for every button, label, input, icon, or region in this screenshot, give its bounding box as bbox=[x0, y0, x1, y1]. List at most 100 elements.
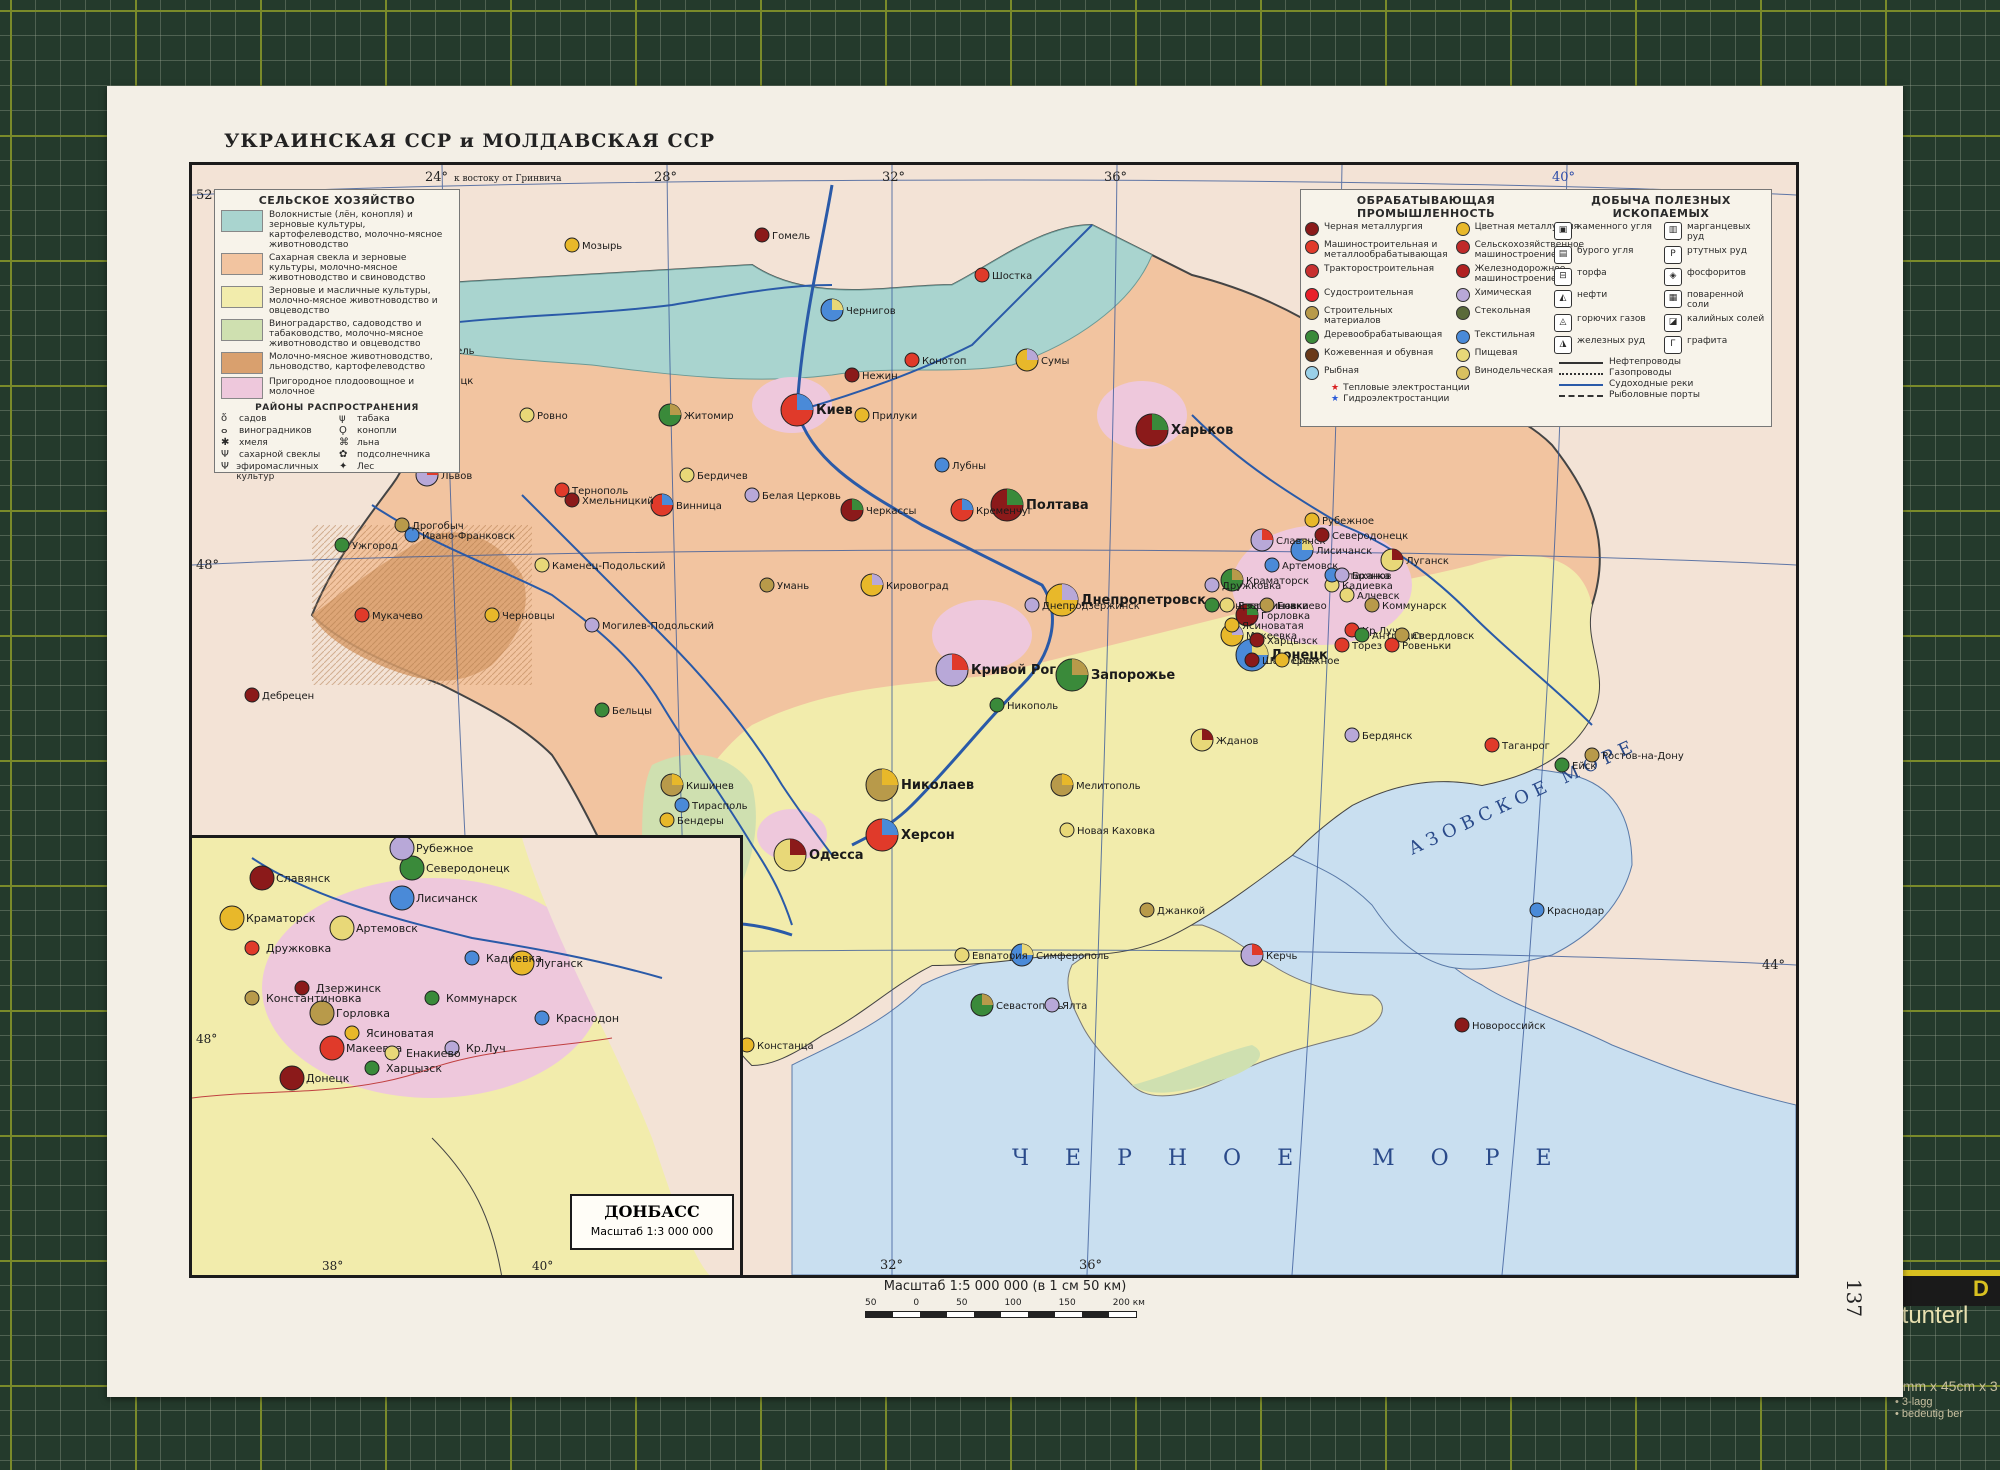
inset-city-label: Кадиевка bbox=[486, 952, 542, 965]
legend-industry-text: Судостроительная bbox=[1324, 288, 1414, 298]
legend-mining-row: ◭ нефти bbox=[1554, 290, 1658, 310]
industry-center-circle bbox=[1249, 632, 1265, 648]
industry-center-circle bbox=[1354, 627, 1370, 643]
mining-symbol-icon: ▦ bbox=[1664, 290, 1682, 308]
city-label: Дрогобыч bbox=[412, 521, 464, 532]
city-label: Бельцы bbox=[612, 706, 652, 717]
city-label: Сумы bbox=[1041, 356, 1069, 367]
inset-city-label: Горловка bbox=[336, 1007, 390, 1020]
city-label: Никополь bbox=[1007, 701, 1058, 712]
power-star-icon: ★ bbox=[1331, 394, 1340, 404]
lon-label-40: 40° bbox=[1552, 170, 1575, 185]
page-title: УКРАИНСКАЯ ССР и МОЛДАВСКАЯ ССР bbox=[224, 130, 716, 152]
city-label: Нежин bbox=[862, 371, 898, 382]
inset-industry-circle bbox=[344, 1025, 360, 1041]
legend-agri-row: Сахарная свекла и зерновые культуры, мол… bbox=[221, 253, 453, 283]
legend-power-text: Тепловые электростанции bbox=[1343, 383, 1470, 393]
industry-center-circle bbox=[989, 697, 1005, 713]
city-marker: Ровеньки bbox=[1384, 637, 1451, 653]
city-label: Мелитополь bbox=[1076, 781, 1141, 792]
sticker: D ttunterl 3mm x 45cm x 3 • 3-lagg • bed… bbox=[1895, 1270, 2000, 1440]
industry-circle-icon bbox=[1455, 306, 1470, 320]
legend-industry-items: Черная металлургия Цветная металлургия Маш… bbox=[1301, 220, 1584, 382]
industry-center-circle bbox=[1454, 1017, 1470, 1033]
city-label: Ровеньки bbox=[1402, 641, 1451, 652]
crop-symbol-icon: ψ bbox=[339, 413, 346, 424]
city-label: Евпатория bbox=[972, 951, 1028, 962]
inset-industry-circle bbox=[534, 1010, 550, 1026]
industry-center-circle bbox=[674, 797, 690, 813]
legend-industry-row: Судостроительная bbox=[1305, 288, 1448, 302]
legend-line-items: Нефтепроводы Газопроводы Судоходные реки Ры… bbox=[1551, 357, 1771, 400]
inset-industry-circle bbox=[464, 950, 480, 966]
legend-mining-row: ◬ горючих газов bbox=[1554, 314, 1658, 332]
city-label: Новая Каховка bbox=[1077, 826, 1155, 837]
mining-symbol-icon: ◭ bbox=[1554, 290, 1572, 308]
city-label: Прилуки bbox=[872, 411, 917, 422]
inset-scale: Масштаб 1:3 000 000 bbox=[590, 1225, 714, 1238]
industry-center-circle bbox=[1484, 737, 1500, 753]
sticker-line5: • bedeutig ber bbox=[1895, 1408, 1964, 1420]
industry-circle-icon bbox=[1305, 240, 1319, 254]
mining-symbol-icon: ▤ bbox=[1554, 246, 1572, 264]
donbass-inset: Славянск Краматорск Лисичанск Северодонецк Р… bbox=[192, 835, 743, 1275]
legend-crop-row: Ψэфиромасличных культур bbox=[221, 462, 335, 483]
city-label: Таганрог bbox=[1501, 741, 1550, 752]
city-label: Симферополь bbox=[1036, 951, 1109, 962]
city-label: Могилев-Подольский bbox=[602, 621, 714, 632]
lon-bottom-36: 36° bbox=[1079, 1258, 1102, 1273]
city-label: Винница bbox=[676, 501, 722, 512]
legend-mining-text: поваренной соли bbox=[1687, 290, 1744, 310]
industry-center-circle bbox=[1334, 567, 1350, 583]
legend-crop-items: ὄ садов ψ табака ⴰ виноградников Ϙконопли ✱ хмел… bbox=[219, 413, 455, 483]
city-marker: Алчевск bbox=[1339, 587, 1400, 603]
legend-mining-items: ▣ каменного угля ▥ марганцевых руд ▤ бурого у… bbox=[1551, 220, 1771, 356]
legend-crop-row: ψ табака bbox=[339, 413, 453, 425]
legend-mining-text: марганцевых руд bbox=[1687, 222, 1751, 242]
legend-mining-text: графита bbox=[1687, 336, 1728, 346]
inset-city-marker: Енакиево bbox=[384, 1045, 461, 1061]
city-label: Краснодар bbox=[1547, 906, 1604, 917]
industry-center-circle bbox=[534, 557, 550, 573]
legend-agri-title: СЕЛЬСКОЕ ХОЗЯЙСТВО bbox=[258, 194, 416, 207]
city-marker: Бердичев bbox=[679, 467, 748, 483]
crop-symbol-icon: ✿ bbox=[339, 449, 348, 460]
legend-industry-text: Винодельческая bbox=[1474, 366, 1553, 376]
industry-circle-icon bbox=[1455, 240, 1470, 254]
legend-agri-row: Зерновые и масличные культуры, молочно-м… bbox=[221, 286, 453, 316]
city-label: Мозырь bbox=[582, 241, 622, 252]
legend-industry-row: Черная металлургия bbox=[1305, 222, 1448, 236]
legend-agri-text: Сахарная свекла и зерновые культуры, мол… bbox=[269, 253, 426, 283]
city-marker: Лубны bbox=[934, 457, 986, 473]
industry-center-circle bbox=[1219, 597, 1235, 613]
city-label: Констанца bbox=[757, 1041, 814, 1052]
legend-mining-row: ◈ фосфоритов bbox=[1664, 268, 1768, 286]
legend-industry-text: Текстильная bbox=[1474, 330, 1535, 340]
industry-circle-icon bbox=[1305, 222, 1319, 236]
city-marker: Шостка bbox=[974, 267, 1032, 283]
industry-circle-icon bbox=[1455, 348, 1470, 362]
city-label: Белая Церковь bbox=[762, 491, 841, 502]
crop-symbol-icon: ✱ bbox=[221, 437, 230, 448]
legend-industry-text: Стекольная bbox=[1474, 306, 1531, 316]
legend-industry-text: Химическая bbox=[1474, 288, 1532, 298]
inset-city-marker: Славянск bbox=[249, 865, 331, 891]
inset-city-marker: Рубежное bbox=[389, 838, 474, 861]
industry-circle-icon bbox=[1305, 264, 1319, 278]
city-marker: Харцызск bbox=[1249, 632, 1318, 648]
city-marker: Прилуки bbox=[854, 407, 917, 423]
legend-agri-row: Пригородное плодоовощное и молочное bbox=[221, 377, 453, 399]
industry-center-circle bbox=[1384, 637, 1400, 653]
city-label: Новороссийск bbox=[1472, 1021, 1546, 1032]
industry-center-circle bbox=[1059, 822, 1075, 838]
map-sheet: УКРАИНСКАЯ ССР и МОЛДАВСКАЯ ССР 137 24° … bbox=[107, 86, 1903, 1397]
inset-industry-circle bbox=[294, 980, 310, 996]
legend-line-row: Газопроводы bbox=[1559, 368, 1763, 378]
industry-center-circle bbox=[659, 812, 675, 828]
city-label: Ейск bbox=[1572, 761, 1596, 772]
legend-crop-text: виноградников bbox=[239, 426, 312, 436]
industry-center-circle bbox=[1584, 747, 1600, 763]
industry-center-circle bbox=[1044, 997, 1060, 1013]
inset-industry-circle bbox=[329, 915, 355, 941]
city-marker: Умань bbox=[759, 577, 809, 593]
